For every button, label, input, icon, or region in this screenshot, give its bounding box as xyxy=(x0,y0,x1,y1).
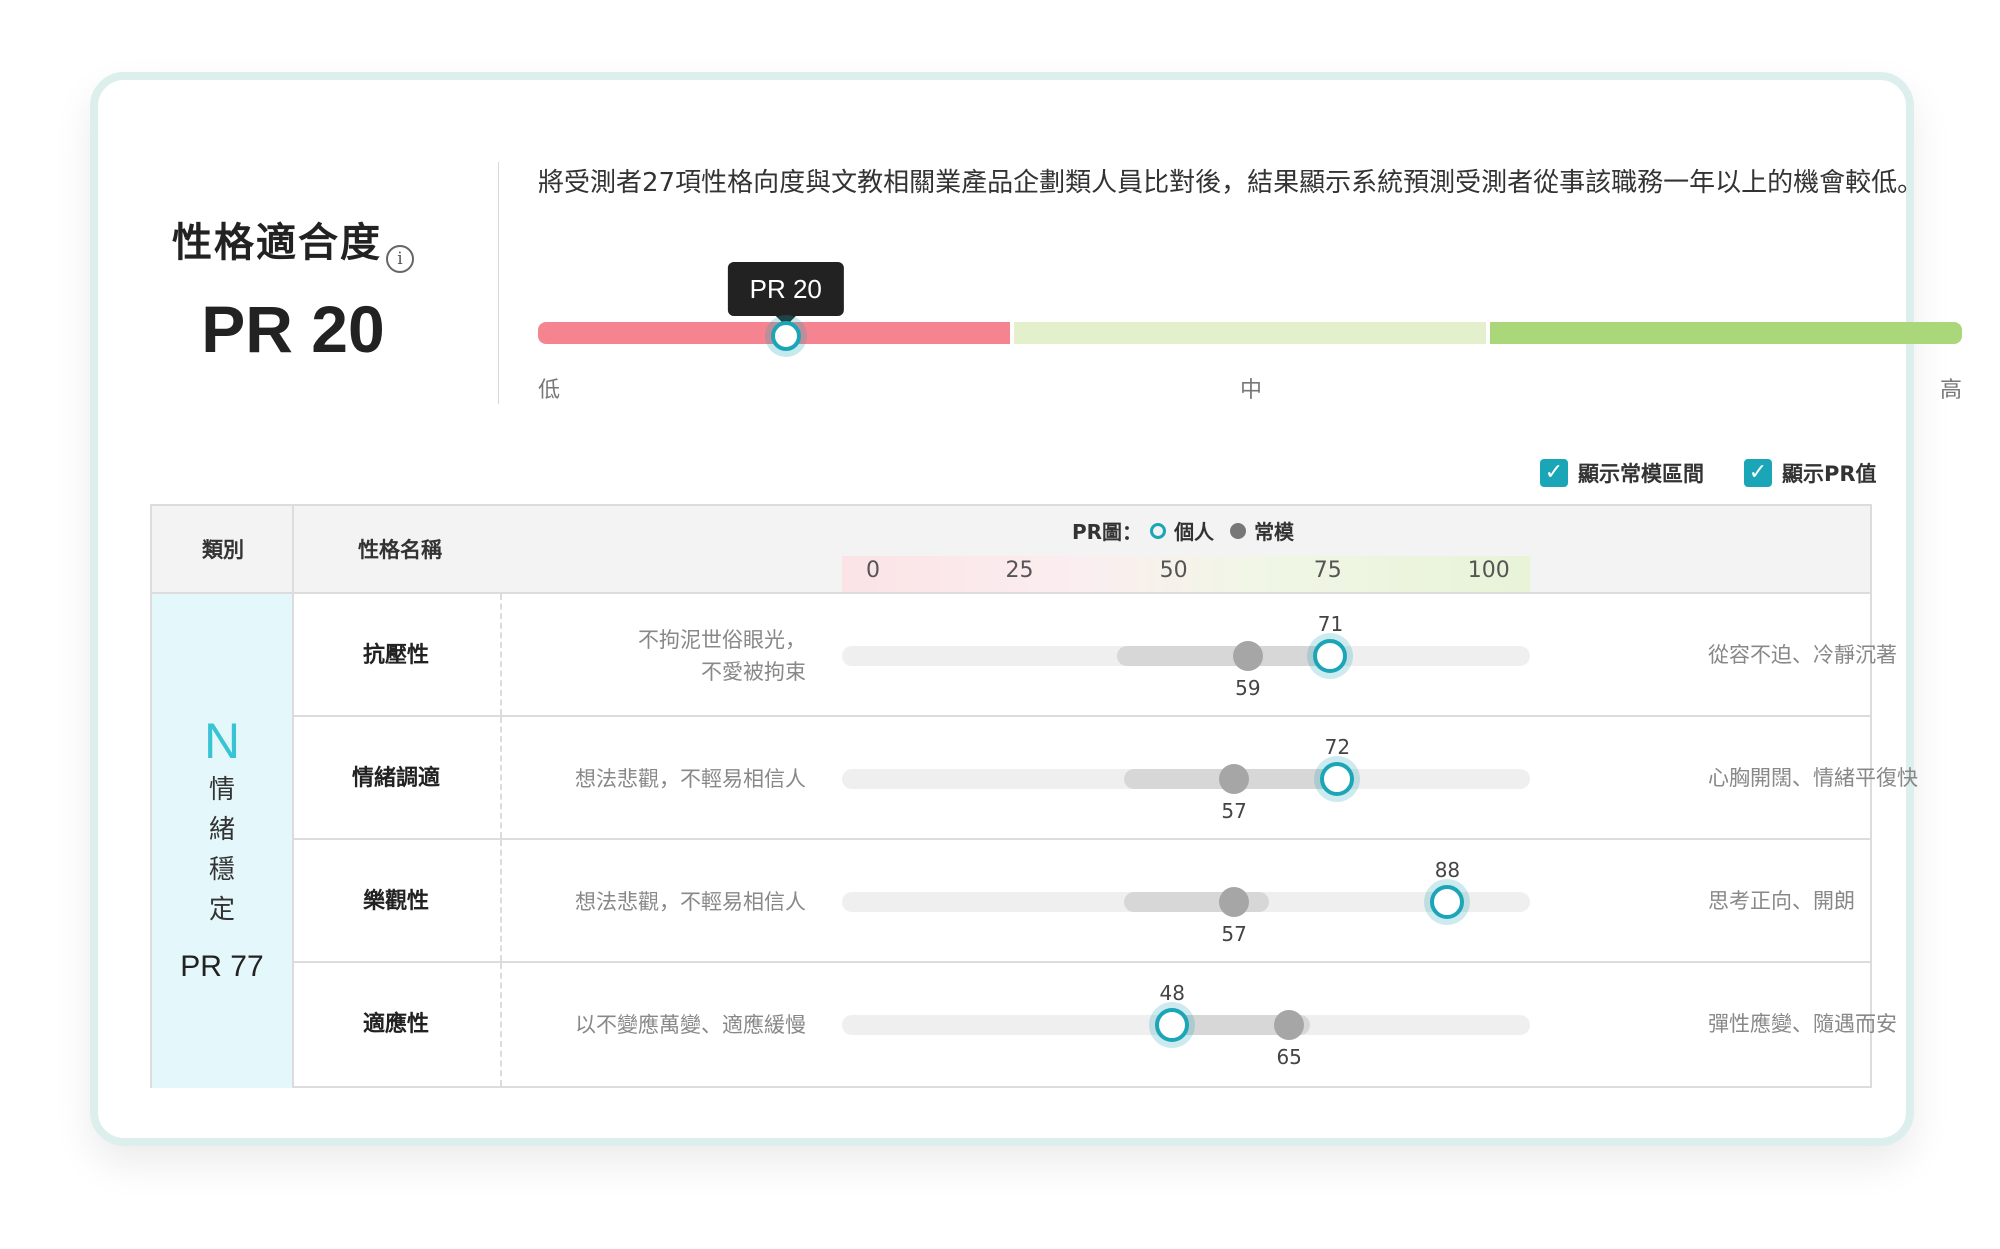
individual-marker xyxy=(1155,1008,1190,1042)
pr-track: 57 72 xyxy=(842,735,1530,823)
pr-tooltip: PR 20 xyxy=(727,262,844,326)
category-letter: N xyxy=(203,713,241,769)
individual-marker xyxy=(1313,639,1348,673)
table-row: 樂觀性 想法悲觀，不輕易相信人 思考正向、開朗 57 88 xyxy=(292,840,1872,963)
low-trait-description: 不拘泥世俗眼光， 不愛被拘束 xyxy=(638,627,806,684)
norm-marker xyxy=(1232,641,1263,671)
high-trait-description: 從容不迫、冷靜沉著 xyxy=(1708,643,1897,667)
norm-value-label: 65 xyxy=(1276,1045,1302,1069)
norm-value-label: 57 xyxy=(1221,799,1247,823)
show-norm-range-label[interactable]: 顯示常模區間 xyxy=(1578,458,1704,488)
name-column-divider xyxy=(500,840,502,961)
scale-label-low: 低 xyxy=(538,378,561,403)
pr-track: 65 48 xyxy=(842,981,1530,1069)
low-trait-description: 想法悲觀，不輕易相信人 xyxy=(575,766,806,791)
axis-tick-label: 100 xyxy=(1467,558,1510,583)
high-trait-description: 心胸開闊、情緒平復快 xyxy=(1708,766,1918,790)
name-column-divider xyxy=(500,963,502,1086)
fit-scale-bar xyxy=(538,322,1962,344)
summary-divider xyxy=(498,162,499,404)
show-norm-range-option[interactable]: ✓ 顯示常模區間 xyxy=(1540,458,1704,488)
category-cell: N 情 緒 穩 定 PR 77 xyxy=(152,594,292,1088)
pr-legend: PR圖： 個人 常模 xyxy=(1072,516,1294,545)
summary-description: 將受測者27項性格向度與文教相關業產品企劃類人員比對後，結果顯示系統預測受測者從… xyxy=(538,168,1924,198)
header-trait-name: 性格名稱 xyxy=(358,538,442,562)
norm-marker xyxy=(1274,1010,1305,1040)
norm-dot-icon xyxy=(1230,522,1247,539)
individual-marker xyxy=(1430,885,1465,919)
pr-marker xyxy=(770,321,801,351)
trait-name: 樂觀性 xyxy=(362,889,429,914)
high-trait-description: 思考正向、開朗 xyxy=(1708,889,1855,913)
show-norm-range-checkbox[interactable]: ✓ xyxy=(1540,459,1568,487)
scale-label-mid: 中 xyxy=(1240,378,1263,403)
name-column-divider xyxy=(500,594,502,715)
show-pr-label[interactable]: 顯示PR值 xyxy=(1782,458,1877,488)
show-pr-checkbox[interactable]: ✓ xyxy=(1744,459,1772,487)
legend-prefix: PR圖： xyxy=(1072,520,1143,544)
norm-marker xyxy=(1219,887,1250,917)
norm-value-label: 57 xyxy=(1221,922,1247,946)
show-pr-option[interactable]: ✓ 顯示PR值 xyxy=(1744,458,1877,488)
norm-range-band xyxy=(1117,646,1338,666)
low-trait-description: 以不變應萬變、適應緩慢 xyxy=(575,1012,806,1037)
category-char: 緒 xyxy=(208,815,235,845)
low-trait-description: 想法悲觀，不輕易相信人 xyxy=(575,889,806,914)
summary-pr-value: PR 20 xyxy=(201,292,385,366)
scale-segment-mid xyxy=(1014,322,1486,344)
table-header: 類別 性格名稱 PR圖： 個人 常模 0 25 50 75 100 xyxy=(152,506,1870,594)
individual-value-label: 71 xyxy=(1317,612,1344,636)
info-icon[interactable]: i xyxy=(386,245,414,273)
trait-table: 類別 性格名稱 PR圖： 個人 常模 0 25 50 75 100 N 情 緒 穩 定 … xyxy=(150,504,1918,1088)
category-pr: PR 77 xyxy=(180,950,264,983)
trait-name: 抗壓性 xyxy=(362,643,429,668)
high-trait-description: 彈性應變、隨遇而安 xyxy=(1708,1012,1897,1036)
personality-fit-card: 性格適合度 i PR 20 將受測者27項性格向度與文教相關業產品企劃類人員比對後… xyxy=(90,72,1962,1146)
individual-value-label: 48 xyxy=(1159,981,1185,1005)
scale-segment-high xyxy=(1490,322,1962,344)
axis-tick-label: 25 xyxy=(1005,558,1034,583)
header-category: 類別 xyxy=(202,538,244,562)
norm-marker xyxy=(1219,764,1250,794)
summary-title: 性格適合度 xyxy=(172,220,382,266)
scale-label-high: 高 xyxy=(1940,378,1963,403)
pr-track: 57 88 xyxy=(842,858,1530,946)
trait-name: 情緒調適 xyxy=(351,766,440,791)
individual-marker xyxy=(1320,762,1355,796)
category-char: 情 xyxy=(208,775,235,805)
table-row: 抗壓性 不拘泥世俗眼光， 不愛被拘束 從容不迫、冷靜沉著 59 71 xyxy=(292,594,1897,717)
name-column-divider xyxy=(500,717,502,838)
category-char: 穩 xyxy=(208,855,235,885)
category-char: 定 xyxy=(208,895,235,925)
axis-tick-label: 0 xyxy=(865,558,880,583)
table-row: 情緒調適 想法悲觀，不輕易相信人 心胸開闊、情緒平復快 57 72 xyxy=(292,717,1918,840)
norm-value-label: 59 xyxy=(1235,676,1261,700)
trait-name: 適應性 xyxy=(362,1012,429,1037)
axis-tick-label: 50 xyxy=(1159,558,1188,583)
summary-panel: 性格適合度 i PR 20 xyxy=(138,210,448,367)
individual-value-label: 88 xyxy=(1434,858,1461,882)
individual-dot-icon xyxy=(1150,522,1167,539)
legend-norm: 常模 xyxy=(1254,520,1295,544)
table-row: 適應性 以不變應萬變、適應緩慢 彈性應變、隨遇而安 65 48 xyxy=(292,963,1897,1086)
pr-track: 59 71 xyxy=(842,612,1530,700)
individual-value-label: 72 xyxy=(1324,735,1351,759)
legend-individual: 個人 xyxy=(1174,520,1215,544)
axis-tick-label: 75 xyxy=(1313,558,1342,583)
